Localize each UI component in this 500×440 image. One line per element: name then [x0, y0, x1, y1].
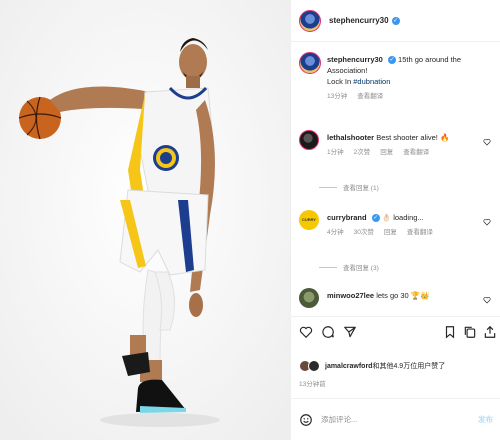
- post-caption: stephencurry30 ✓ 15th go around the Asso…: [299, 52, 495, 112]
- bookmark-icon[interactable]: [443, 325, 457, 339]
- caption-username[interactable]: stephencurry30: [327, 55, 383, 64]
- liker-avatars: [299, 360, 321, 372]
- reply-button[interactable]: 回复: [380, 147, 393, 158]
- heart-icon[interactable]: [483, 138, 491, 146]
- post-comment-button[interactable]: 发布: [478, 414, 493, 425]
- likes-count-text: 和其他4.9万位用户赞了: [372, 363, 446, 370]
- avatar[interactable]: [299, 288, 319, 308]
- share-icon[interactable]: [343, 325, 357, 339]
- player-illustration: [0, 0, 290, 440]
- emoji-icon[interactable]: [299, 413, 313, 427]
- comment-likes[interactable]: 30次赞: [354, 227, 374, 238]
- hashtag-link[interactable]: #dubnation: [353, 77, 390, 86]
- post-timestamp: 13分钟前: [299, 381, 326, 388]
- comment-text: Best shooter alive! 🔥: [376, 133, 450, 142]
- view-replies-button[interactable]: 查看回复 (3): [319, 262, 379, 272]
- liker-username[interactable]: jamalcrawford: [325, 363, 372, 370]
- view-replies-label: 查看回复 (3): [343, 265, 379, 272]
- view-replies-label: 查看回复 (1): [343, 185, 379, 192]
- avatar[interactable]: [299, 9, 321, 32]
- like-heart-icon[interactable]: [299, 325, 313, 339]
- copy-icon[interactable]: [463, 325, 477, 339]
- comment-input[interactable]: [321, 415, 471, 424]
- list-item: minwoo27lee lets go 30 🏆👑: [299, 288, 495, 314]
- comments-list: stephencurry30 ✓ 15th go around the Asso…: [291, 46, 500, 314]
- comment-icon[interactable]: [321, 325, 335, 339]
- comment-text: lets go 30 🏆👑: [376, 291, 430, 300]
- see-translation-link[interactable]: 查看翻译: [407, 227, 433, 238]
- list-item: lethalshooter Best shooter alive! 🔥 1分钟 …: [299, 130, 495, 170]
- heart-icon[interactable]: [483, 296, 491, 304]
- author-username[interactable]: stephencurry30: [329, 16, 389, 25]
- list-item: CURRY currybrand ✓ 👌🏻 loading... 4分钟 30次…: [299, 210, 495, 250]
- comment-time[interactable]: 4分钟: [327, 227, 344, 238]
- comment-username[interactable]: minwoo27lee: [327, 291, 374, 300]
- avatar[interactable]: [299, 130, 319, 150]
- likes-summary[interactable]: jamalcrawford和其他4.9万位用户赞了: [299, 360, 499, 372]
- verified-badge-icon: ✓: [371, 214, 380, 223]
- reply-button[interactable]: 回复: [384, 227, 397, 238]
- post-side-panel: stephencurry30 ✓ stephencurry30 ✓ 15th g…: [290, 0, 500, 440]
- view-replies-button[interactable]: 查看回复 (1): [319, 182, 379, 192]
- post-photo[interactable]: [0, 0, 290, 440]
- verified-badge-icon: ✓: [391, 16, 400, 25]
- heart-icon[interactable]: [483, 218, 491, 226]
- comment-compose: 发布: [291, 398, 500, 440]
- post-header: stephencurry30 ✓: [291, 0, 500, 42]
- comment-time[interactable]: 1分钟: [327, 147, 344, 158]
- comment-username[interactable]: lethalshooter: [327, 133, 374, 142]
- see-translation-link[interactable]: 查看翻译: [357, 91, 383, 102]
- caption-line: Lock In: [327, 77, 354, 86]
- avatar[interactable]: CURRY: [299, 210, 319, 230]
- caption-time[interactable]: 13分钟: [327, 91, 347, 102]
- post-actions: [291, 316, 500, 348]
- comment-text: 👌🏻 loading...: [381, 213, 424, 222]
- comment-likes[interactable]: 2次赞: [354, 147, 371, 158]
- upload-icon[interactable]: [483, 325, 497, 339]
- see-translation-link[interactable]: 查看翻译: [403, 147, 429, 158]
- avatar[interactable]: [299, 52, 321, 74]
- comment-username[interactable]: currybrand: [327, 213, 367, 222]
- verified-badge-icon: ✓: [387, 56, 396, 65]
